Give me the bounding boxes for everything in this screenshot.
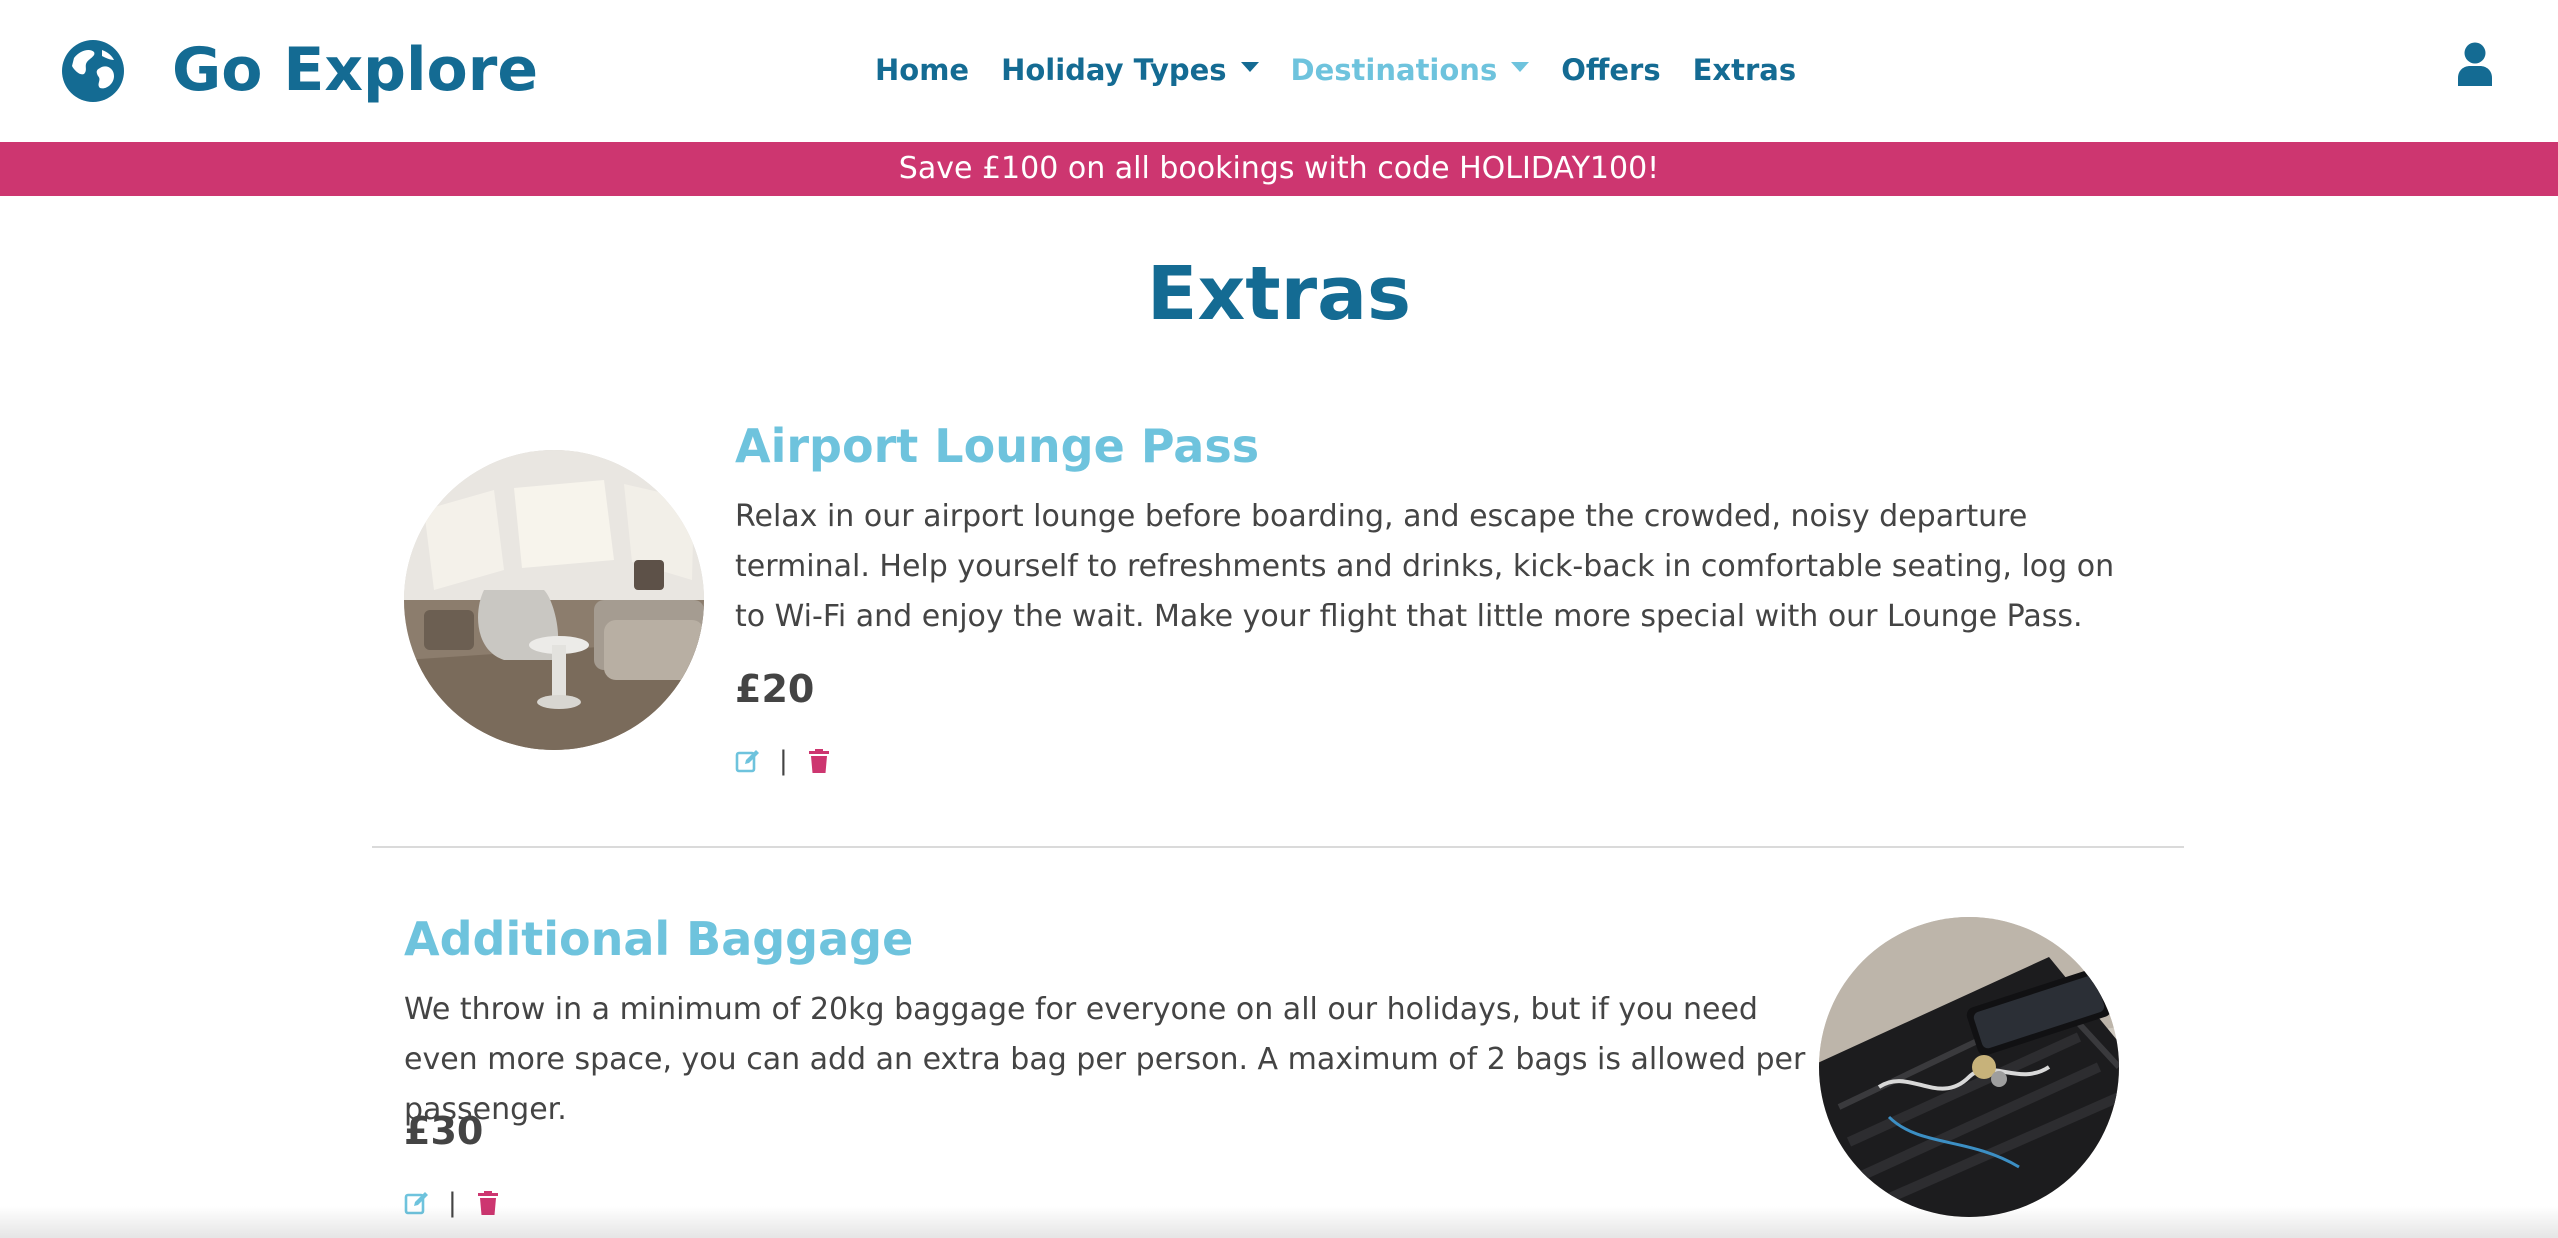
globe-icon[interactable] (60, 38, 126, 104)
nav-holiday-types[interactable]: Holiday Types (1001, 53, 1259, 87)
main-nav: Home Holiday Types Destinations Offers E… (875, 46, 1828, 94)
lounge-photo (404, 450, 704, 750)
section-divider (372, 846, 2184, 848)
nav-destinations[interactable]: Destinations (1291, 53, 1530, 87)
caret-down-icon (1511, 62, 1530, 72)
caret-down-icon (1240, 62, 1259, 72)
user-icon[interactable] (2456, 42, 2494, 86)
extra-item-title: Airport Lounge Pass (735, 419, 1260, 473)
extra-item-price: £30 (404, 1109, 484, 1153)
navbar: Go Explore Home Holiday Types Destinatio… (0, 0, 2558, 142)
page-title: Extras (1146, 251, 1412, 337)
extra-item-description: Relax in our airport lounge before board… (735, 499, 2115, 634)
action-separator: | (779, 746, 788, 776)
extra-item-actions: | (735, 746, 832, 776)
promo-banner: Save £100 on all bookings with code HOLI… (0, 142, 2558, 196)
brand-name[interactable]: Go Explore (172, 34, 538, 106)
nav-extras-label: Extras (1692, 53, 1797, 87)
nav-extras[interactable]: Extras (1693, 53, 1797, 87)
nav-offers[interactable]: Offers (1561, 53, 1660, 87)
promo-text: Save £100 on all bookings with code HOLI… (898, 151, 1660, 186)
bottom-shadow (0, 1206, 2558, 1238)
extra-item-price: £20 (735, 667, 815, 711)
nav-holiday-types-label: Holiday Types (1001, 53, 1227, 87)
nav-home[interactable]: Home (875, 53, 969, 87)
extra-item-title: Additional Baggage (404, 912, 914, 966)
nav-home-label: Home (875, 53, 970, 87)
edit-icon[interactable] (735, 748, 761, 774)
nav-destinations-label: Destinations (1290, 53, 1498, 87)
nav-offers-label: Offers (1561, 53, 1661, 87)
suitcase-photo (1819, 917, 2119, 1217)
trash-icon[interactable] (806, 748, 832, 774)
extra-item-description: We throw in a minimum of 20kg baggage fo… (404, 992, 1806, 1127)
